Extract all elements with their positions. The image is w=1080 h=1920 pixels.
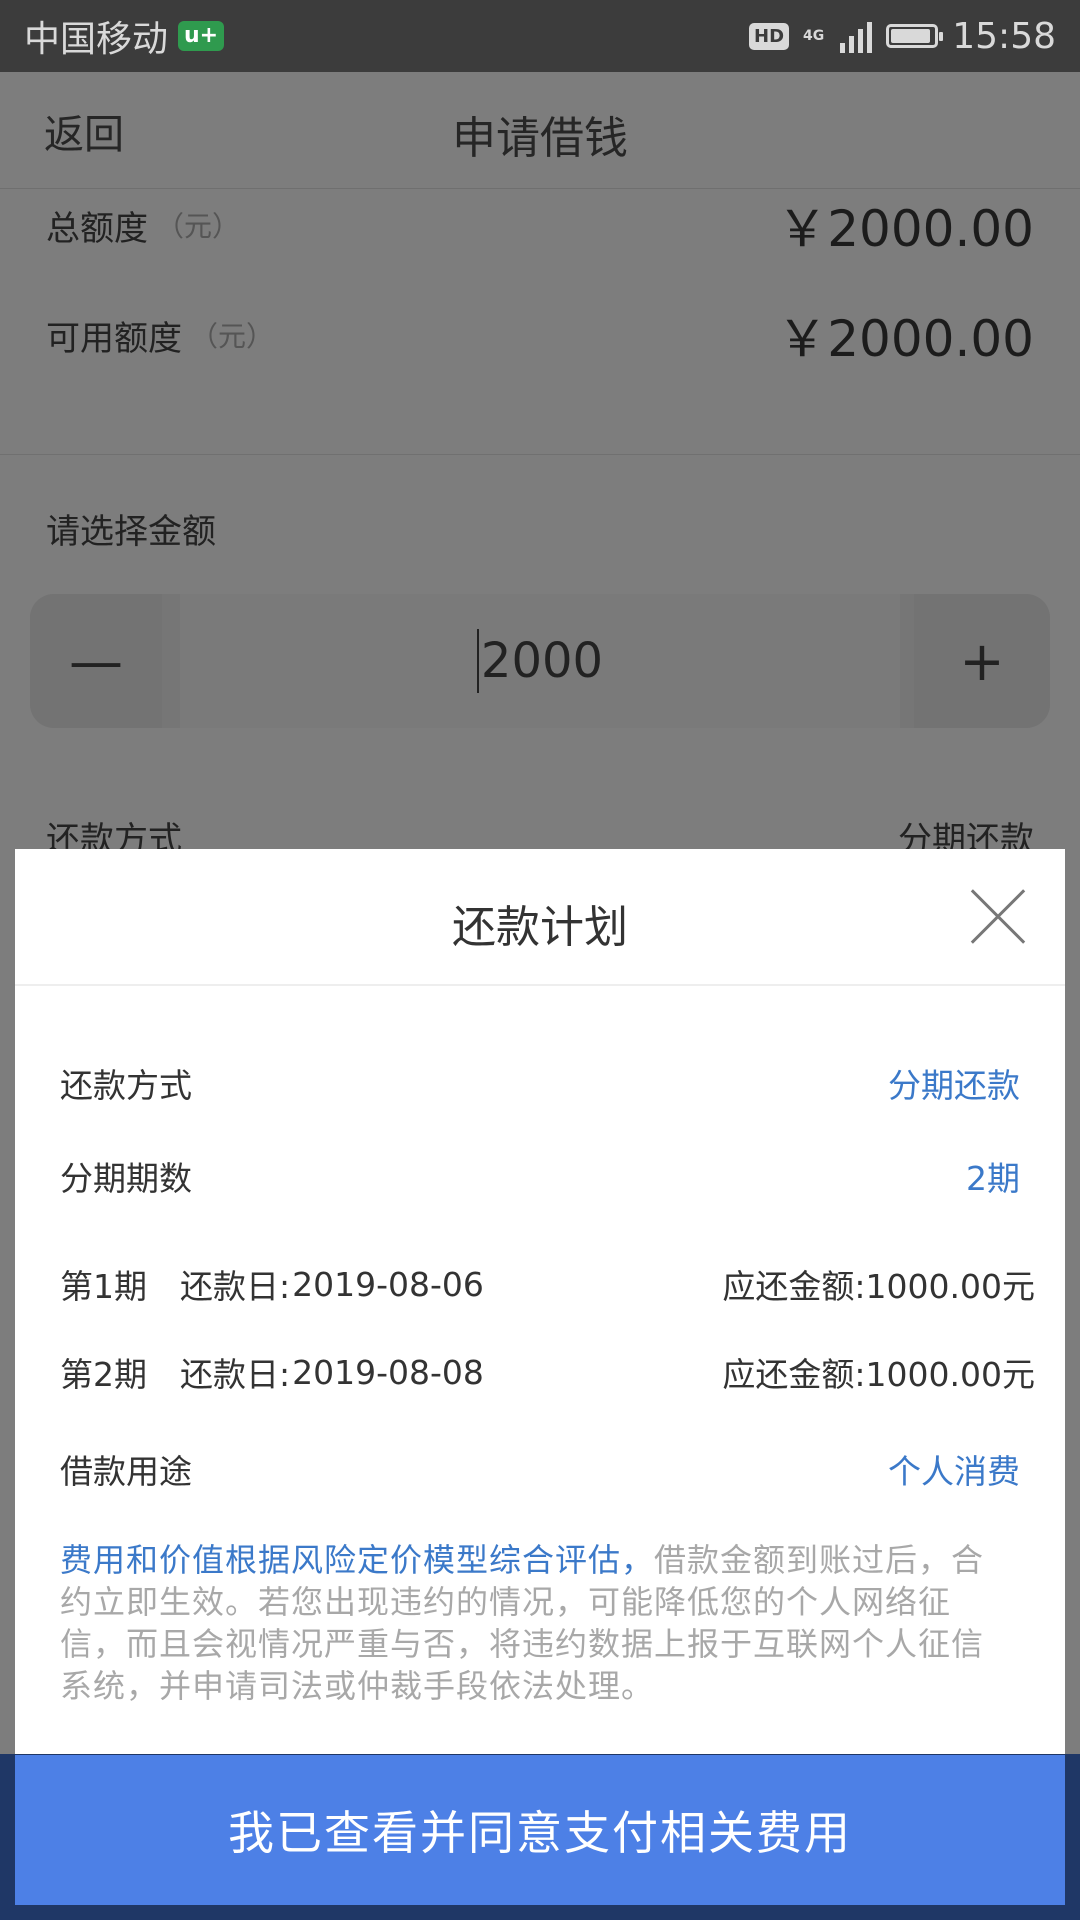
signal-icon xyxy=(840,19,873,53)
agree-fees-button[interactable]: 我已查看并同意支付相关费用 xyxy=(15,1755,1065,1905)
due-date: 2019-08-08 xyxy=(292,1352,484,1392)
network-type: 4G xyxy=(803,28,825,44)
repayment-plan-dialog: 还款计划 还款方式 分期还款 分期期数 2期 第1期 还款日: 2019-08-… xyxy=(15,849,1065,1754)
battery-icon xyxy=(886,24,944,48)
period-number: 第1期 xyxy=(60,1267,147,1306)
period-number: 第2期 xyxy=(60,1355,147,1394)
method-value: 分期还款 xyxy=(888,1066,1020,1105)
dialog-divider xyxy=(15,984,1065,986)
total-limit-row: 总额度 （元） ￥2000.00 xyxy=(46,192,1034,258)
amount-label: 请选择金额 xyxy=(46,512,216,552)
amount-value: 2000 xyxy=(480,633,604,689)
installments-value: 2期 xyxy=(966,1159,1020,1198)
purpose-value: 个人消费 xyxy=(888,1452,1020,1491)
decrease-button[interactable]: — xyxy=(30,594,162,728)
divider xyxy=(0,454,1080,455)
terms-notice: 费用和价值根据风险定价模型综合评估，借款金额到账过后，合约立即生效。若您出现违约… xyxy=(60,1539,1000,1707)
amount-input[interactable]: 2000 xyxy=(180,594,900,728)
available-limit-label: 可用额度 xyxy=(46,318,182,359)
page-title: 申请借钱 xyxy=(452,113,628,164)
nav-bar: 返回 申请借钱 xyxy=(0,72,1080,189)
carrier-badge-icon: u+ xyxy=(178,21,225,51)
available-limit-value: ￥2000.00 xyxy=(777,310,1034,368)
schedule-row: 第2期 还款日: 2019-08-08 应还金额: 1000.00元 xyxy=(60,1348,1035,1396)
amount-stepper: — 2000 + xyxy=(30,594,1050,728)
status-indicators: HD 4G 15:58 xyxy=(749,16,1056,57)
available-limit-row: 可用额度 （元） ￥2000.00 xyxy=(46,302,1034,368)
increase-button[interactable]: + xyxy=(914,594,1050,728)
total-limit-value: ￥2000.00 xyxy=(777,200,1034,258)
due-date-label: 还款日: xyxy=(180,1267,291,1306)
total-limit-label: 总额度 xyxy=(46,208,148,249)
installments-label: 分期期数 xyxy=(60,1159,192,1198)
hd-icon: HD xyxy=(749,22,790,50)
due-date-label: 还款日: xyxy=(180,1355,291,1394)
schedule-row: 第1期 还款日: 2019-08-06 应还金额: 1000.00元 xyxy=(60,1260,1035,1308)
purpose-label: 借款用途 xyxy=(60,1452,192,1491)
amount-due-label: 应还金额: xyxy=(722,1267,866,1306)
available-limit-unit: （元） xyxy=(190,320,275,353)
amount-due: 1000.00元 xyxy=(865,1267,1035,1306)
installments-row: 分期期数 2期 xyxy=(60,1152,1020,1200)
status-bar: 中国移动 u+ HD 4G 15:58 xyxy=(0,0,1080,72)
terms-notice-highlight: 费用和价值根据风险定价模型综合评估， xyxy=(60,1541,655,1579)
text-caret xyxy=(476,629,479,693)
close-icon[interactable] xyxy=(971,889,1025,943)
carrier-info: 中国移动 u+ xyxy=(24,10,225,62)
due-date: 2019-08-06 xyxy=(292,1264,484,1304)
method-row: 还款方式 分期还款 xyxy=(60,1059,1020,1107)
amount-due: 1000.00元 xyxy=(865,1355,1035,1394)
total-limit-unit: （元） xyxy=(156,210,241,243)
amount-due-label: 应还金额: xyxy=(722,1355,866,1394)
clock: 15:58 xyxy=(952,15,1056,57)
carrier-name: 中国移动 xyxy=(24,19,169,60)
method-label: 还款方式 xyxy=(60,1066,192,1105)
dialog-title: 还款计划 xyxy=(452,902,628,953)
purpose-row: 借款用途 个人消费 xyxy=(60,1445,1020,1493)
